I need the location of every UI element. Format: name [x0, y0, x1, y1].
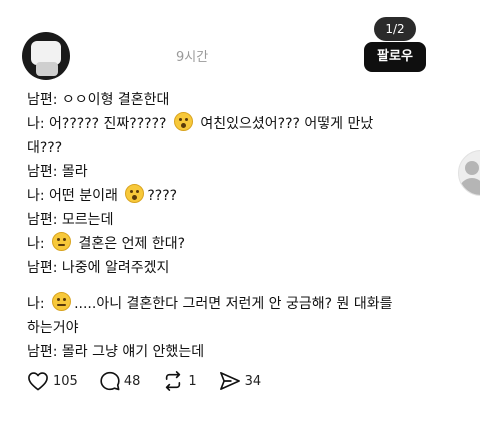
post-line: 나: 어떤 분이래 ????: [27, 184, 457, 208]
comment-count: 48: [123, 373, 141, 389]
post-line: 나: 어????? 진짜????? 여친있으셨어??? 어떻게 만났: [27, 112, 457, 136]
post-line: 남편: 몰라 그냥 얘기 안했는데: [27, 344, 205, 360]
comment-button[interactable]: 48: [100, 371, 141, 391]
astonished-face-icon: [173, 112, 193, 131]
share-button[interactable]: 34: [219, 371, 262, 391]
post-body: 남편: ㅇㅇ이형 결혼한대 나: 어????? 진짜????? 여친있으셨어??…: [27, 88, 457, 364]
share-count: 34: [244, 373, 262, 389]
send-icon: [219, 372, 240, 390]
heart-icon: [28, 372, 48, 391]
hushed-face-icon: [125, 184, 145, 203]
profile-placeholder-body: [459, 178, 480, 195]
follow-button[interactable]: 팔로우: [364, 42, 426, 72]
author-avatar[interactable]: [22, 32, 70, 80]
post-line: 남편: 모르는데: [27, 212, 114, 228]
expressionless-face-icon: [52, 292, 72, 311]
post-line: 남편: ㅇㅇ이형 결혼한대: [27, 92, 170, 108]
repost-button[interactable]: 1: [162, 371, 197, 391]
post-line: 하는거야: [27, 320, 79, 336]
post-line: 나: 결혼은 언제 한대?: [27, 232, 457, 256]
repost-count: 1: [188, 373, 197, 389]
repost-icon: [166, 371, 181, 391]
image-page-counter: 1/2: [374, 17, 416, 41]
post-action-bar: 105 48 1 34: [27, 370, 283, 392]
like-button[interactable]: 105: [27, 371, 78, 391]
avatar-blur-lower: [36, 62, 58, 76]
post-line: 남편: 나중에 알려주겠지: [27, 260, 170, 276]
like-count: 105: [53, 373, 78, 389]
profile-placeholder-head: [465, 161, 479, 175]
post-timestamp: 9시간: [176, 50, 209, 65]
post-line: 남편: 몰라: [27, 164, 88, 180]
comment-bubble-icon: [100, 371, 120, 391]
profile-avatar-peek[interactable]: [458, 150, 480, 196]
neutral-face-icon: [52, 232, 72, 251]
post-line: 나: .....아니 결혼한다 그러면 저런게 안 궁금해? 뭔 대화를: [27, 292, 457, 316]
post-line: 대???: [27, 140, 63, 156]
